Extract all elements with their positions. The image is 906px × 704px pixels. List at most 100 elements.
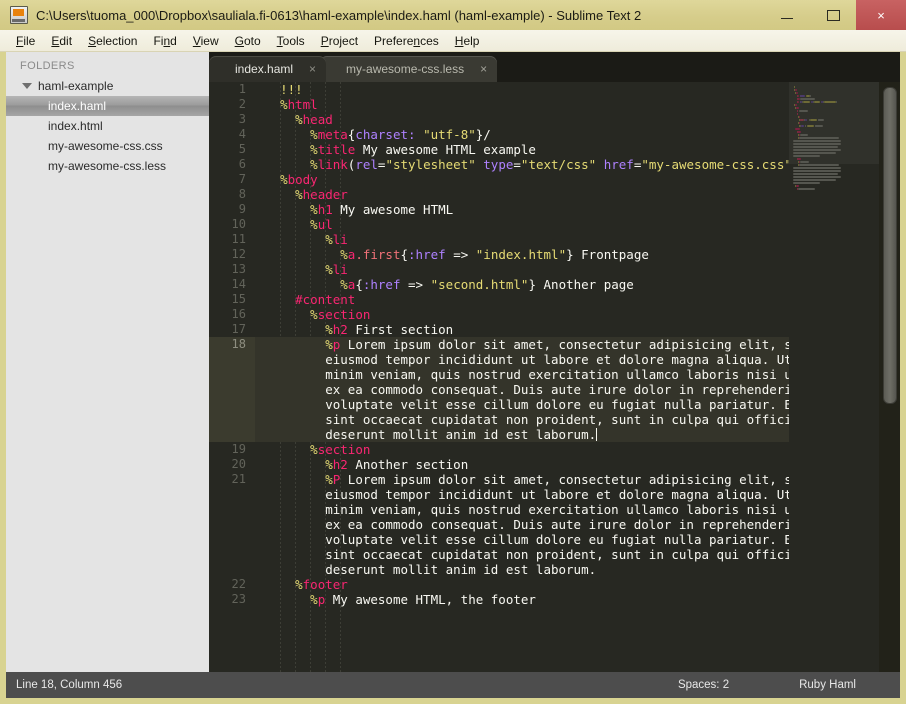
minimap-segment [799,134,808,136]
sidebar-file-index-html[interactable]: index.html [6,116,209,136]
line-number-gutter: 1 2 3 4 5 6 7 8 9 10 11 12 13 14 15 16 17 18 19 20 21 22 23 [209,82,255,672]
code-token: minim veniam, quis nostrud exercitation … [265,367,860,382]
minimap-segment [836,101,838,103]
line-number-12: 12 [231,247,246,261]
code-token: eiusmod tempor incididunt ut labore et d… [265,487,852,502]
line-number-21: 21 [231,472,246,486]
menu-item-project[interactable]: Project [313,32,366,50]
menu-item-selection[interactable]: Selection [80,32,145,50]
line-number-22: 22 [231,577,246,591]
minimap-segment [793,176,841,178]
code-token: }/ [475,127,491,142]
code-token: % [325,262,333,277]
minimap-segment [799,137,839,139]
menu-item-tools[interactable]: Tools [269,32,313,50]
minimap-segment [815,125,823,127]
minimap-segment [794,86,796,88]
code-token: deserunt mollit anim id est laborum. [265,427,597,442]
minimap-segment [793,143,842,145]
minimap-segment [814,101,820,103]
menu-item-find[interactable]: Find [145,32,184,50]
code-token: :href [408,247,446,262]
line-number-wrap [209,367,255,382]
main-area: FOLDERS haml-example index.haml index.htm… [0,52,906,704]
line-number-wrap [209,382,255,397]
line-number-2: 2 [238,97,246,111]
sidebar-file-index-haml[interactable]: index.haml [6,96,209,116]
menu-item-file[interactable]: File [8,32,43,50]
minimap-segment [799,161,810,163]
minimap-segment [804,125,806,127]
code-token: % [310,127,318,142]
code-token: % [310,307,318,322]
minimap-segment [796,107,800,109]
code-token: eiusmod tempor incididunt ut labore et d… [265,352,852,367]
minimap-segment [818,119,824,121]
line-number-1: 1 [238,82,246,96]
minimap-segment [793,140,841,142]
code-token: rel [355,157,378,172]
tab-close-icon[interactable]: × [309,63,316,75]
minimap-segment [794,104,797,106]
tab-my-awesome-css-less[interactable]: my-awesome-css.less × [320,56,498,82]
code-token: % [325,232,333,247]
code-token: } [566,247,574,262]
code-token: meta [317,127,348,142]
line-number-wrap [209,412,255,427]
minimap-segment [806,125,815,127]
close-button[interactable]: × [856,0,906,30]
code-token: type [483,157,514,172]
menu-item-edit[interactable]: Edit [43,32,80,50]
code-token: % [310,157,318,172]
minimap-segment [806,95,810,97]
minimap[interactable] [789,82,879,672]
code-token: "my-awesome-css.css" [641,157,792,172]
tab-close-icon[interactable]: × [480,63,487,75]
minimap-segment [800,98,815,100]
tab-index-haml[interactable]: index.haml × [209,56,327,82]
code-token: header [302,187,348,202]
code-token: % [280,172,288,187]
code-token: sint occaecat cupidatat non proident, su… [265,412,800,427]
code-token: "second.html" [430,277,529,292]
vertical-scrollbar[interactable] [879,82,900,672]
code-token: % [325,337,333,352]
line-number-4: 4 [238,127,246,141]
menu-item-view[interactable]: View [185,32,227,50]
line-number-17: 17 [231,322,246,336]
sidebar-folder-haml-example[interactable]: haml-example [6,76,209,96]
code-token: % [310,442,318,457]
menu-item-preferences[interactable]: Preferences [366,32,447,50]
window-controls: × [764,0,906,30]
status-syntax[interactable]: Ruby Haml [799,679,856,691]
minimap-segment [793,182,820,184]
line-number-23: 23 [231,592,246,606]
chevron-down-icon[interactable] [22,83,32,89]
menu-item-help[interactable]: Help [447,32,488,50]
minimize-button[interactable] [764,0,810,30]
line-number-wrap [209,502,255,517]
sidebar-folder-label: haml-example [38,79,114,93]
maximize-button[interactable] [810,0,856,30]
tab-label: index.haml [235,62,294,76]
code-token: charset: [355,127,416,142]
menu-item-goto[interactable]: Goto [227,32,269,50]
code-token: % [310,202,318,217]
minimap-segment [793,173,839,175]
sidebar-file-my-awesome-css-less[interactable]: my-awesome-css.less [6,156,209,176]
status-indentation[interactable]: Spaces: 2 [678,679,729,691]
scrollbar-thumb[interactable] [883,87,897,404]
sidebar-file-my-awesome-css-css[interactable]: my-awesome-css.css [6,136,209,156]
code-token: % [310,217,318,232]
